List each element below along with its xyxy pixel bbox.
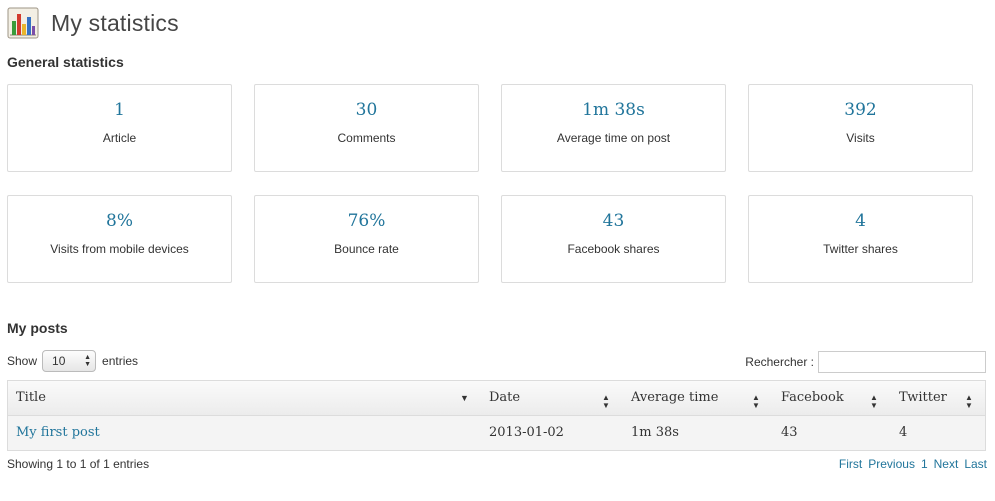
stat-card-average-time: 1m 38s Average time on post — [501, 84, 726, 172]
stat-card-mobile-visits: 8% Visits from mobile devices — [7, 195, 232, 283]
stat-card-twitter-shares: 4 Twitter shares — [748, 195, 973, 283]
posts-table: Title ▼ Date ▲ ▼ Average time ▲ ▼ Facebook… — [7, 380, 986, 451]
entries-per-page-value: 10 — [52, 354, 66, 368]
post-average-time-cell: 1m 38s — [631, 425, 679, 440]
stat-value: 1 — [114, 100, 125, 120]
table-header: Title ▼ Date ▲ ▼ Average time ▲ ▼ Facebook… — [8, 381, 985, 416]
stat-label: Bounce rate — [334, 242, 399, 256]
sort-both-icon[interactable]: ▲ ▼ — [752, 394, 760, 410]
show-label: Show — [7, 354, 38, 368]
search-label: Rechercher : — [745, 355, 814, 369]
stat-label: Facebook shares — [567, 242, 660, 256]
post-twitter-cell: 4 — [899, 425, 908, 440]
pagination-next[interactable]: Next — [934, 457, 959, 471]
my-posts-heading: My posts — [7, 320, 68, 336]
stat-label: Visits from mobile devices — [50, 242, 189, 256]
stat-card-visits: 392 Visits — [748, 84, 973, 172]
stat-value: 4 — [855, 211, 866, 231]
stat-label: Comments — [337, 131, 396, 145]
table-info: Showing 1 to 1 of 1 entries — [7, 457, 150, 471]
bar-chart-icon — [7, 7, 39, 39]
page-header: My statistics — [7, 5, 179, 41]
general-statistics-heading: General statistics — [7, 54, 124, 70]
stat-label: Twitter shares — [823, 242, 898, 256]
table-search: Rechercher : — [745, 351, 986, 373]
column-header-title[interactable]: Title — [16, 381, 46, 415]
stat-value: 30 — [355, 100, 378, 120]
stat-value: 1m 38s — [582, 100, 645, 120]
post-title-link[interactable]: My first post — [16, 425, 100, 440]
table-row: My first post 2013-01-02 1m 38s 43 4 — [8, 416, 985, 450]
stat-card-articles: 1 Article — [7, 84, 232, 172]
page-title: My statistics — [51, 9, 179, 36]
sort-both-icon[interactable]: ▲ ▼ — [965, 394, 973, 410]
pagination-previous[interactable]: Previous — [868, 457, 915, 471]
stat-value: 8% — [106, 211, 133, 231]
column-header-facebook[interactable]: Facebook — [781, 381, 844, 415]
column-header-average-time[interactable]: Average time — [631, 381, 718, 415]
stat-label: Visits — [846, 131, 875, 145]
stat-card-comments: 30 Comments — [254, 84, 479, 172]
stat-value: 392 — [844, 100, 877, 120]
column-header-date[interactable]: Date — [489, 381, 520, 415]
stat-label: Article — [102, 131, 137, 145]
pagination-last[interactable]: Last — [964, 457, 987, 471]
post-date-cell: 2013-01-02 — [489, 425, 564, 440]
stat-card-bounce-rate: 76% Bounce rate — [254, 195, 479, 283]
stat-value: 76% — [347, 211, 386, 231]
pagination: First Previous 1 Next Last — [839, 457, 987, 471]
sort-both-icon[interactable]: ▲ ▼ — [870, 394, 878, 410]
entries-length-control: Show 10 ▲ ▼ entries — [7, 350, 138, 372]
sort-both-icon[interactable]: ▲ ▼ — [602, 394, 610, 410]
select-arrows-icon: ▲ ▼ — [84, 354, 92, 368]
column-header-twitter[interactable]: Twitter — [899, 381, 947, 415]
stat-label: Average time on post — [556, 131, 671, 145]
entries-per-page-select[interactable]: 10 ▲ ▼ — [42, 350, 97, 372]
post-facebook-cell: 43 — [781, 425, 798, 440]
pagination-first[interactable]: First — [839, 457, 862, 471]
post-title-cell: My first post — [16, 416, 100, 450]
entries-label: entries — [102, 354, 139, 368]
sort-desc-icon[interactable]: ▼ — [460, 381, 469, 415]
stat-card-facebook-shares: 43 Facebook shares — [501, 195, 726, 283]
pagination-page-1[interactable]: 1 — [921, 457, 928, 471]
search-input[interactable] — [818, 351, 986, 373]
stat-value: 43 — [602, 211, 625, 231]
